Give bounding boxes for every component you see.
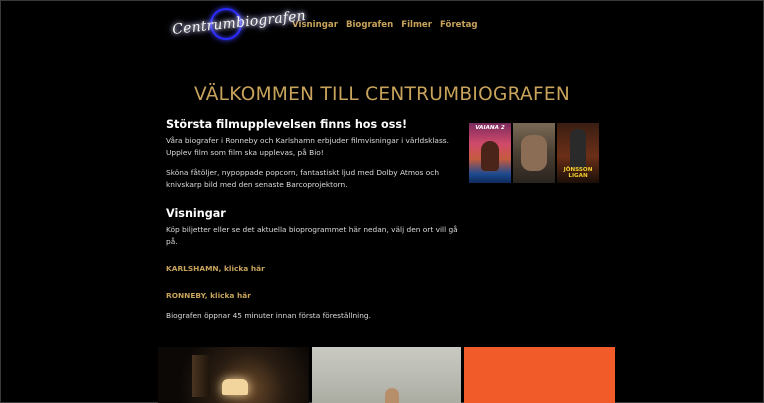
main-nav: Visningar Biografen Filmer Företag	[292, 20, 478, 30]
person-figure	[385, 388, 399, 403]
intro-heading: Största filmupplevelsen finns hos oss!	[166, 118, 408, 131]
poster-title-jonsson: JÖNSSON LIGAN	[563, 167, 593, 179]
intro-paragraph-2: Sköna fåtöljer, nypoppade popcorn, fanta…	[166, 168, 440, 189]
lamp	[222, 379, 248, 395]
site-header: Centrumbiografen Visningar Biografen Fil…	[172, 6, 478, 44]
poster-figure	[521, 135, 547, 171]
poster-figure	[481, 141, 499, 171]
opening-note: Biografen öppnar 45 minuter innan första…	[166, 311, 371, 320]
intro-paragraph-1: Våra biografer i Ronneby och Karlshamn e…	[166, 136, 450, 157]
ronneby-link[interactable]: RONNEBY, klicka här	[166, 291, 251, 300]
showings-heading: Visningar	[166, 207, 226, 220]
poster-moana[interactable]: VAIANA 2	[469, 123, 511, 183]
poster-title-moana: VAIANA 2	[475, 125, 505, 131]
poster-gladiator[interactable]	[513, 123, 555, 183]
karlshamn-link[interactable]: KARLSHAMN, klicka här	[166, 264, 265, 273]
tile-room-photo[interactable]	[312, 347, 461, 403]
showings-paragraph: Köp biljetter eller se det aktuella biop…	[166, 225, 458, 246]
poster-jonsson[interactable]: JÖNSSON LIGAN	[557, 123, 599, 183]
nav-item-foretag[interactable]: Företag	[440, 20, 478, 30]
poster-strip: VAIANA 2 JÖNSSON LIGAN	[469, 123, 599, 183]
page-title: VÄLKOMMEN TILL CENTRUMBIOGRAFEN	[193, 84, 571, 106]
tile-orange[interactable]	[464, 347, 615, 403]
nav-item-filmer[interactable]: Filmer	[401, 20, 432, 30]
site-logo[interactable]: Centrumbiografen	[172, 6, 307, 44]
logo-text: Centrumbiografen	[171, 8, 307, 38]
image-tiles	[158, 347, 615, 403]
poster-figure	[570, 129, 586, 169]
tile-cinema-interior[interactable]	[158, 347, 309, 403]
nav-item-biografen[interactable]: Biografen	[346, 20, 393, 30]
main-content: Största filmupplevelsen finns hos oss! V…	[166, 118, 466, 330]
wall-art	[192, 355, 210, 397]
